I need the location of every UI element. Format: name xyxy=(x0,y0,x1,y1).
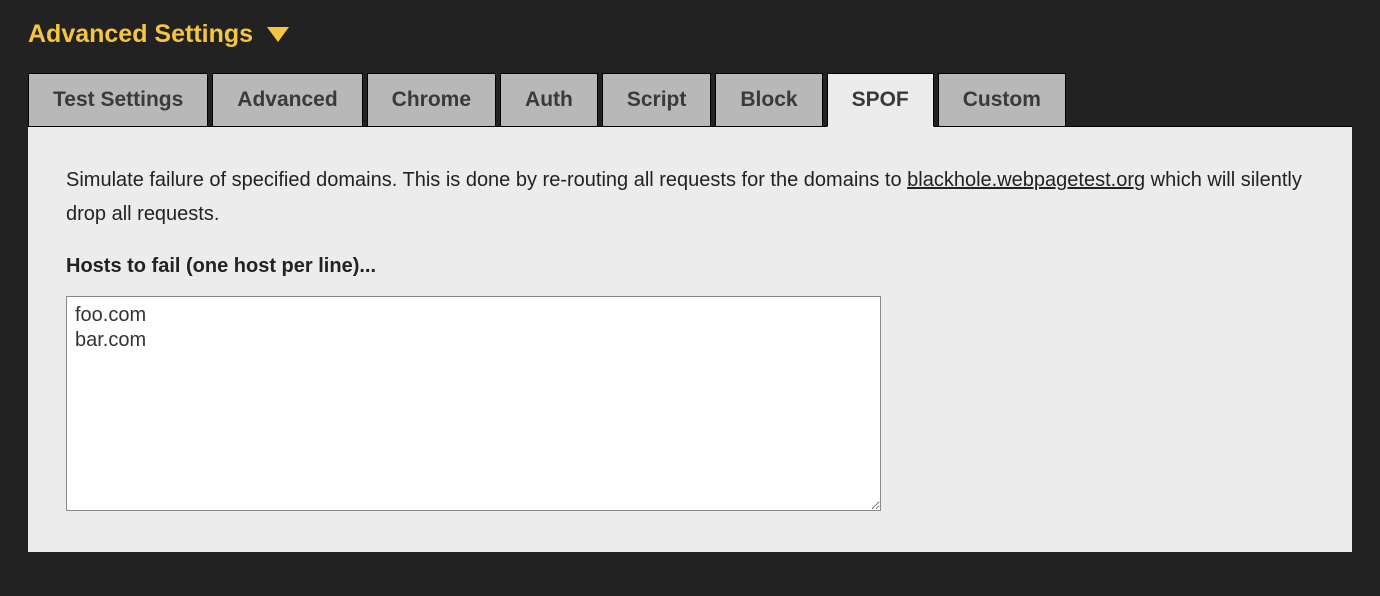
spof-description: Simulate failure of specified domains. T… xyxy=(66,163,1314,231)
tab-script[interactable]: Script xyxy=(602,73,712,127)
spof-panel: Simulate failure of specified domains. T… xyxy=(28,126,1352,552)
blackhole-link[interactable]: blackhole.webpagetest.org xyxy=(907,169,1145,191)
tab-advanced[interactable]: Advanced xyxy=(212,73,362,127)
hosts-input[interactable] xyxy=(66,296,881,511)
spof-description-pre: Simulate failure of specified domains. T… xyxy=(66,169,907,191)
advanced-settings-toggle[interactable]: Advanced Settings xyxy=(28,20,289,49)
tab-chrome[interactable]: Chrome xyxy=(367,73,496,127)
triangle-down-icon xyxy=(267,27,289,42)
page-title: Advanced Settings xyxy=(28,20,253,49)
tab-auth[interactable]: Auth xyxy=(500,73,598,127)
settings-tabs: Test Settings Advanced Chrome Auth Scrip… xyxy=(28,73,1352,127)
hosts-label: Hosts to fail (one host per line)... xyxy=(66,255,1314,278)
tab-block[interactable]: Block xyxy=(715,73,822,127)
tab-spof[interactable]: SPOF xyxy=(827,73,934,127)
tab-custom[interactable]: Custom xyxy=(938,73,1066,127)
tab-test-settings[interactable]: Test Settings xyxy=(28,73,208,127)
